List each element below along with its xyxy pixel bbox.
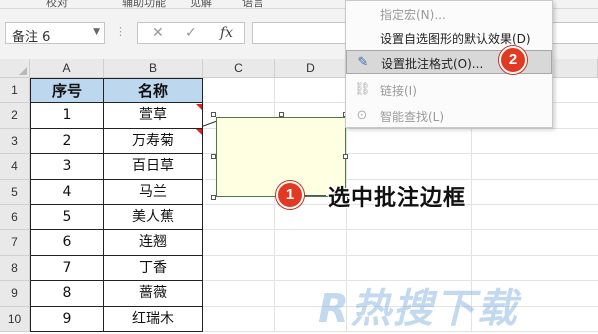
table-cell-index[interactable]: 2 <box>30 128 104 155</box>
step1-caption: 选中批注边框 <box>328 186 467 211</box>
ribbon-tab-insights[interactable]: 见解 <box>190 0 212 8</box>
site-watermark: R热搜下载 <box>318 286 519 332</box>
comment-indicator <box>196 129 202 135</box>
cancel-icon[interactable]: ✕ <box>152 25 164 41</box>
table-cell-index[interactable]: 7 <box>30 255 104 282</box>
column-header-c[interactable]: C <box>203 59 275 78</box>
row-header-1[interactable]: 1 <box>0 78 30 104</box>
step-badge-2: 2 <box>499 46 527 74</box>
macro-icon <box>354 6 370 22</box>
row-header-6[interactable]: 6 <box>0 205 30 231</box>
row-header-5[interactable]: 5 <box>0 179 30 205</box>
select-all-button[interactable] <box>0 59 30 78</box>
table-cell-name[interactable]: 萱草 <box>104 103 203 129</box>
row-header-7[interactable]: 7 <box>0 230 30 256</box>
row-header-8[interactable]: 8 <box>0 255 30 282</box>
row-header-4[interactable]: 4 <box>0 154 30 180</box>
row-header-10[interactable]: 10 <box>0 306 30 332</box>
enter-icon[interactable]: ✓ <box>185 25 197 41</box>
table-cell-name[interactable]: 丁香 <box>104 255 203 282</box>
table-cell-name[interactable]: 马兰 <box>104 179 203 205</box>
header-cell-name[interactable]: 名称 <box>104 78 203 104</box>
header-cell-index[interactable]: 序号 <box>30 78 104 104</box>
resize-handle[interactable] <box>211 154 216 159</box>
resize-handle[interactable] <box>279 112 284 117</box>
table-cell-name[interactable]: 红瑞木 <box>104 306 203 332</box>
row-header-9[interactable]: 9 <box>0 281 30 307</box>
table-cell-index[interactable]: 5 <box>30 205 104 231</box>
insert-function-icon[interactable]: fx <box>220 25 233 41</box>
resize-handle[interactable] <box>343 154 348 159</box>
name-box-value: 备注 6 <box>12 30 51 45</box>
table-cell-name[interactable]: 蔷薇 <box>104 281 203 307</box>
step-badge-1: 1 <box>276 181 304 209</box>
resize-handle-icon[interactable]: ⋮ <box>115 25 126 38</box>
name-box[interactable]: 备注 6 ▼ <box>5 22 105 45</box>
smart-lookup-icon: ⊙ <box>356 108 368 123</box>
table-cell-index[interactable]: 8 <box>30 281 104 307</box>
row-header-2[interactable]: 2 <box>0 103 30 129</box>
table-cell-index[interactable]: 9 <box>30 306 104 332</box>
ribbon-tab-accessibility[interactable]: 辅助功能 <box>122 0 166 8</box>
table-cell-name[interactable]: 百日草 <box>104 154 203 180</box>
table-cell-index[interactable]: 1 <box>30 103 104 129</box>
menu-item-smart-lookup[interactable]: ⊙ 智能查找(L) <box>346 104 552 128</box>
menu-item-set-default-shape[interactable]: 设置自选图形的默认效果(D) <box>346 26 552 50</box>
formula-buttons: ✕ ✓ fx <box>137 22 245 44</box>
column-header-a[interactable]: A <box>30 59 104 78</box>
table-cell-index[interactable]: 6 <box>30 230 104 256</box>
chevron-down-icon[interactable]: ▼ <box>93 27 100 37</box>
format-comment-icon: ✎ <box>357 55 369 70</box>
table-cell-name[interactable]: 万寿菊 <box>104 128 203 155</box>
ribbon-tab-language[interactable]: 语言 <box>242 0 264 8</box>
menu-item-link[interactable]: ⛓ 链接(I) <box>346 78 552 102</box>
column-header-b[interactable]: B <box>104 59 203 78</box>
resize-handle[interactable] <box>211 195 216 200</box>
resize-handle[interactable] <box>211 112 216 117</box>
callout-line <box>304 195 326 196</box>
comment-indicator <box>196 104 202 110</box>
menu-item-assign-macro[interactable]: 指定宏(N)... <box>346 2 552 26</box>
link-icon: ⛓ <box>354 82 371 97</box>
table-cell-name[interactable]: 连翘 <box>104 230 203 256</box>
column-header-d[interactable]: D <box>275 59 347 78</box>
table-cell-index[interactable]: 4 <box>30 179 104 205</box>
row-header-3[interactable]: 3 <box>0 128 30 155</box>
table-cell-index[interactable]: 3 <box>30 154 104 180</box>
ribbon-tab-review[interactable]: 校对 <box>46 0 68 8</box>
table-cell-name[interactable]: 美人蕉 <box>104 205 203 231</box>
